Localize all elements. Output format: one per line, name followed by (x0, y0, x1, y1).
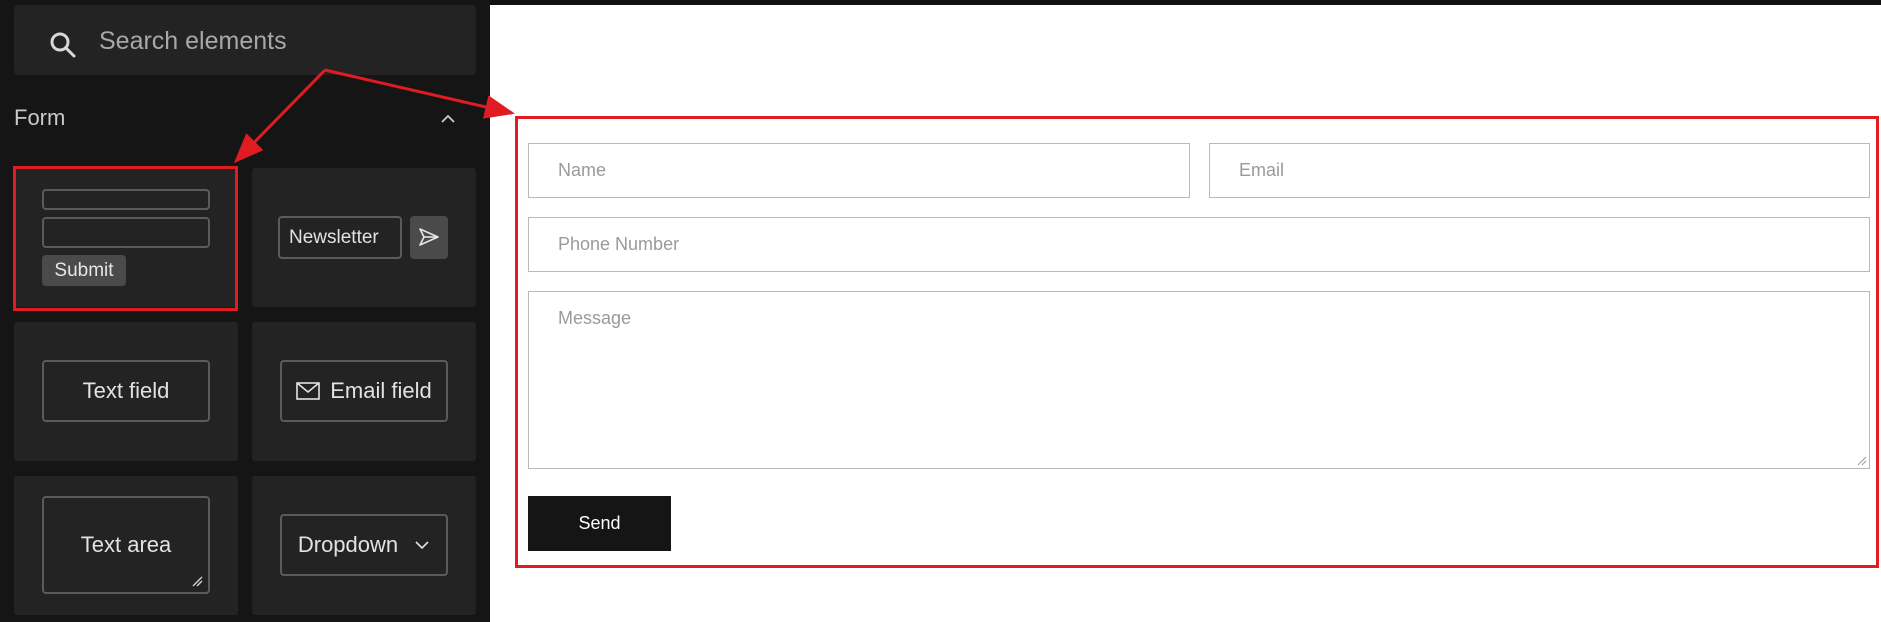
search-icon (50, 32, 76, 58)
email-field[interactable]: Email (1209, 143, 1870, 198)
message-placeholder: Message (558, 308, 632, 328)
text-field-label: Text field (82, 378, 170, 403)
text-area-label: Text area (80, 532, 172, 557)
resize-handle-icon (192, 576, 203, 587)
text-field-element-tile[interactable]: Text field (14, 322, 238, 461)
newsletter-send-button (410, 216, 448, 259)
dropdown-element-tile[interactable]: Dropdown (252, 476, 476, 615)
email-field-preview: Email field (280, 360, 448, 422)
dropdown-preview: Dropdown (280, 514, 448, 576)
text-area-element-tile[interactable]: Text area (14, 476, 238, 615)
page-canvas: Name Email Phone Number Message Send (490, 5, 1881, 622)
email-field-label: Email field (330, 378, 432, 403)
name-field[interactable]: Name (528, 143, 1190, 198)
section-title-form[interactable]: Form (14, 105, 65, 131)
text-area-preview: Text area (42, 496, 210, 594)
phone-number-field[interactable]: Phone Number (528, 217, 1870, 272)
envelope-icon (296, 382, 321, 400)
elements-sidebar: Search elements Form Submit Newsletter T… (0, 0, 490, 622)
search-bar[interactable]: Search elements (14, 5, 476, 75)
phone-placeholder: Phone Number (558, 234, 680, 254)
selected-tile-highlight (13, 166, 238, 311)
email-placeholder: Email (1239, 160, 1285, 180)
newsletter-element-tile[interactable]: Newsletter (252, 168, 476, 307)
dropdown-label: Dropdown (297, 532, 399, 557)
text-field-preview: Text field (42, 360, 210, 422)
send-icon (419, 228, 439, 246)
message-field[interactable]: Message (528, 291, 1870, 469)
newsletter-input: Newsletter (278, 216, 402, 259)
search-input[interactable]: Search elements (99, 27, 287, 56)
chevron-down-icon (415, 541, 429, 550)
chevron-up-icon[interactable] (438, 109, 458, 129)
send-button[interactable]: Send (528, 496, 671, 551)
resize-handle-icon[interactable] (1857, 456, 1867, 466)
name-placeholder: Name (558, 160, 607, 180)
email-field-element-tile[interactable]: Email field (252, 322, 476, 461)
